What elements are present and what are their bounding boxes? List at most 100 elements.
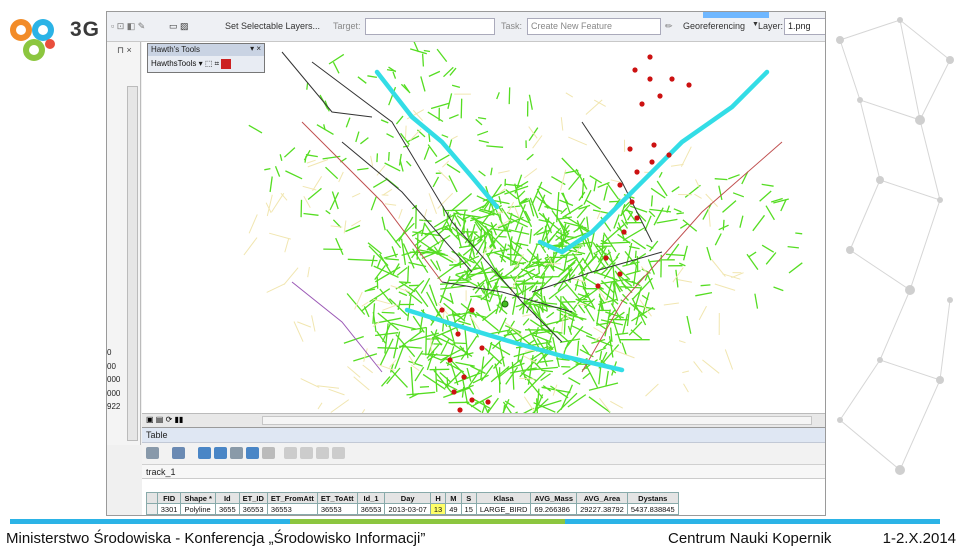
close-icon[interactable]: ▾ × [250, 44, 261, 53]
column-header[interactable]: Id_1 [356, 492, 386, 504]
track-segment [718, 185, 723, 201]
paste-icon[interactable] [300, 447, 313, 459]
footer-color-bar [10, 519, 940, 524]
pin-close-icon[interactable]: ⊓ × [117, 45, 132, 56]
table-layer-tab[interactable]: track_1 [142, 465, 825, 479]
switch-selection-icon[interactable] [214, 447, 227, 459]
georeferencing-menu[interactable]: Georeferencing [683, 21, 745, 31]
target-dropdown[interactable] [365, 18, 495, 35]
column-header[interactable]: ET_ID [238, 492, 268, 504]
table-cell[interactable]: LARGE_BIRD [475, 514, 532, 515]
related-tables-icon[interactable] [172, 447, 185, 459]
table-cell[interactable]: 2013-03-07 [384, 503, 431, 515]
table-cell[interactable]: 3655 [214, 503, 240, 515]
row-selector[interactable] [146, 503, 158, 515]
table-cell[interactable]: 5437.838845 [626, 503, 679, 515]
field-icon[interactable] [316, 447, 329, 459]
footer-center-text: Centrum Nauki Kopernik [668, 530, 832, 547]
table-cell[interactable]: 3668 [214, 514, 240, 515]
select-layers-button[interactable]: Set Selectable Layers... [225, 21, 320, 31]
delete-icon[interactable] [262, 447, 275, 459]
table-cell[interactable]: 05 [460, 514, 477, 515]
column-header[interactable]: H [429, 492, 447, 504]
table-cell[interactable]: LARGE_BIRD [475, 503, 532, 515]
track-segment [596, 303, 601, 325]
close-table-icon[interactable] [332, 447, 345, 459]
row-selector[interactable]: ▸ [146, 514, 158, 515]
table-cell[interactable]: Polyline [180, 514, 216, 515]
column-header[interactable]: M [445, 492, 462, 504]
column-header[interactable]: ET_FromAtt [266, 492, 318, 504]
track-segment [360, 137, 369, 145]
table-cell[interactable]: 13 [429, 503, 447, 515]
table-cell[interactable]: 36684 [266, 514, 318, 515]
table-cell[interactable]: 36553 [316, 503, 358, 515]
column-header[interactable]: Day [384, 492, 431, 504]
column-header[interactable]: Klasa [475, 492, 532, 504]
toolbar-icons[interactable]: ▫ ⊡ ◧ ✎ [111, 21, 145, 32]
table-cell[interactable]: 36684 [356, 514, 386, 515]
table-cell[interactable]: 36684 [316, 514, 358, 515]
table-options-icon[interactable] [146, 447, 159, 459]
select-by-attributes-icon[interactable] [198, 447, 211, 459]
track-segment [658, 171, 663, 178]
table-cell[interactable]: 2013-03-07 [384, 514, 431, 515]
zoom-to-selected-icon[interactable] [246, 447, 259, 459]
table-cell[interactable]: 36553 [356, 503, 386, 515]
column-header[interactable]: S [460, 492, 477, 504]
table-cell[interactable]: 29227.38792 [576, 503, 628, 515]
table-cell[interactable]: 36553 [266, 503, 318, 515]
task-dropdown[interactable]: Create New Feature [527, 18, 661, 35]
table-cell[interactable]: 53 [445, 514, 462, 515]
table-cell[interactable]: 15 [460, 503, 477, 515]
column-header[interactable]: Dystans [626, 492, 679, 504]
table-cell[interactable]: 64.532469 [530, 514, 578, 515]
track-segment [470, 295, 482, 298]
track-segment [307, 159, 329, 168]
sketch-icon[interactable]: ✏ [665, 21, 673, 32]
table-cell[interactable]: 3314 [156, 514, 182, 515]
table-toolbar [142, 443, 825, 465]
track-segment [285, 170, 303, 180]
hawths-menu[interactable]: HawthsTools [151, 59, 196, 68]
table-cell[interactable]: 36684 [238, 514, 268, 515]
table-row[interactable]: 3301 Polyline 3655 36553 36553 36553 36553 2013… [146, 503, 679, 515]
table-cell[interactable]: 31409.94298 [576, 514, 628, 515]
toolbar-icons-2[interactable]: ▭ ▨ [169, 21, 189, 32]
column-header[interactable]: AVG_Mass [530, 492, 578, 504]
track-segment [593, 180, 597, 192]
track-segment [328, 53, 345, 65]
table-row[interactable]: ▸3314Polyline366836684366843668436684201… [146, 514, 679, 515]
track-segment [607, 249, 614, 264]
toc-scrollbar[interactable] [127, 86, 138, 441]
select-icon[interactable]: ▾ ⬚ ⌗ [199, 59, 220, 68]
horizontal-scrollbar[interactable] [262, 416, 812, 425]
map-view-switcher: ▣ ▤ ⟳ ▮▮ [142, 413, 825, 427]
map-canvas[interactable] [142, 42, 825, 413]
column-header[interactable]: Shape * [180, 492, 216, 504]
table-cell[interactable]: 36553 [238, 503, 268, 515]
column-header[interactable]: FID [156, 492, 182, 504]
layer-dropdown[interactable]: 1.png [784, 18, 825, 35]
copy-icon[interactable] [284, 447, 297, 459]
track-segment [414, 288, 429, 308]
layout-view-icons[interactable]: ▣ ▤ ⟳ ▮▮ [146, 415, 183, 424]
table-cell[interactable]: 13 [429, 514, 447, 515]
track-segment [523, 396, 535, 411]
table-cell[interactable]: 3301 [156, 503, 182, 515]
track-segment [376, 259, 382, 269]
column-header[interactable]: Id [214, 492, 240, 504]
column-header[interactable]: ET_ToAtt [316, 492, 358, 504]
track-segment [395, 115, 404, 125]
crosshair-icon[interactable] [221, 59, 232, 69]
column-header[interactable]: AVG_Area [576, 492, 628, 504]
track-segment [560, 301, 576, 303]
network-background-graphic [836, 17, 954, 475]
table-cell[interactable]: Polyline [180, 503, 216, 515]
table-cell[interactable]: 69.266386 [530, 503, 578, 515]
clear-selection-icon[interactable] [230, 447, 243, 459]
track-segment [376, 153, 379, 163]
table-cell[interactable]: 49 [445, 503, 462, 515]
table-cell[interactable]: 5505.057715 [626, 514, 679, 515]
track-segment [606, 182, 620, 200]
